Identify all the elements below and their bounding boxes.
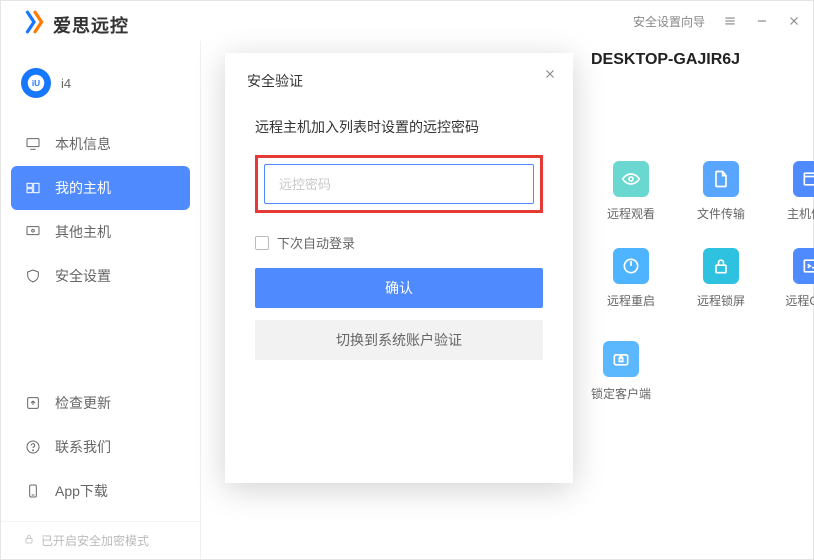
terminal-icon [793,248,814,284]
sidebar-item-other-hosts[interactable]: 其他主机 [11,210,190,254]
power-icon [613,248,649,284]
tile-label: 锁定客户端 [591,385,651,402]
sidebar-item-label: 检查更新 [55,393,111,413]
tile-label: 远程观看 [607,205,655,222]
window-icon [793,161,814,197]
account-name: i4 [61,76,71,91]
tile-lock-client[interactable]: 锁定客户端 [591,341,651,402]
avatar: iU [21,68,51,98]
nav-list: 本机信息 我的主机 其他主机 安全设置 [1,118,200,302]
sidebar-item-app-download[interactable]: App下载 [11,469,190,513]
sidebar-item-label: 安全设置 [55,266,111,286]
brand: 爱思远控 [1,9,200,54]
bottom-nav: 检查更新 联系我们 App下载 [1,377,200,521]
sidebar-item-local-info[interactable]: 本机信息 [11,122,190,166]
lock-client-area: 锁定客户端 [591,341,651,402]
lock-client-icon [603,341,639,377]
tile-remote-restart[interactable]: 远程重启 [591,248,671,309]
shield-icon [25,268,41,284]
modal-message: 远程主机加入列表时设置的远控密码 [255,117,543,137]
lock-icon [23,533,41,548]
brand-logo-icon [21,9,47,40]
tile-remote-cmd[interactable]: 远程CMD [771,248,814,309]
sidebar-item-label: 联系我们 [55,437,111,457]
password-input[interactable] [264,164,534,204]
tile-remote-view[interactable]: 远程观看 [591,161,671,222]
modal-header: 安全验证 [225,53,573,101]
tile-label: 远程锁屏 [697,292,745,309]
brand-text: 爱思远控 [53,12,129,38]
modal-close-button[interactable] [543,67,557,84]
tile-label: 远程CMD [785,292,814,309]
footer-note: 已开启安全加密模式 [1,521,200,559]
sidebar-item-security[interactable]: 安全设置 [11,254,190,298]
switch-auth-button[interactable]: 切换到系统账户验证 [255,320,543,360]
account-block[interactable]: iU i4 [1,54,200,118]
app-window: 安全设置向导 爱思远控 iU i4 [0,0,814,560]
password-highlight-box [255,155,543,213]
sidebar-item-label: 我的主机 [55,178,111,198]
menu-icon[interactable] [723,14,737,28]
security-verify-modal: 安全验证 远程主机加入列表时设置的远控密码 下次自动登录 确认 切换到系统账户验… [225,53,573,483]
tile-label: 主机信息 [787,205,814,222]
sidebar: 爱思远控 iU i4 本机信息 我的主机 其他主机 [1,41,201,559]
sidebar-item-label: 本机信息 [55,134,111,154]
update-icon [25,395,41,411]
tile-label: 文件传输 [697,205,745,222]
phone-icon [25,483,41,499]
svg-text:iU: iU [32,79,40,88]
auto-login-row[interactable]: 下次自动登录 [255,233,543,252]
sidebar-item-label: App下载 [55,481,108,501]
modal-title: 安全验证 [247,73,303,89]
monitor-icon [25,136,41,152]
footer-text: 已开启安全加密模式 [41,532,149,549]
help-icon [25,439,41,455]
modal-body: 远程主机加入列表时设置的远控密码 下次自动登录 确认 切换到系统账户验证 [225,101,573,370]
tile-label: 远程重启 [607,292,655,309]
other-hosts-icon [25,224,41,240]
sidebar-item-label: 其他主机 [55,222,111,242]
file-icon [703,161,739,197]
minimize-icon[interactable] [755,14,769,28]
auto-login-label: 下次自动登录 [277,233,355,252]
eye-icon [613,161,649,197]
sidebar-item-my-hosts[interactable]: 我的主机 [11,166,190,210]
close-icon[interactable] [787,14,801,28]
confirm-button[interactable]: 确认 [255,268,543,308]
auto-login-checkbox[interactable] [255,236,269,250]
tile-file-transfer[interactable]: 文件传输 [681,161,761,222]
sidebar-item-update[interactable]: 检查更新 [11,381,190,425]
hosts-icon [25,180,41,196]
tile-host-info[interactable]: 主机信息 [771,161,814,222]
lock-screen-icon [703,248,739,284]
security-wizard-link[interactable]: 安全设置向导 [633,13,705,30]
sidebar-item-contact[interactable]: 联系我们 [11,425,190,469]
action-grid: 远程观看 文件传输 主机信息 远程重启 远程锁屏 [591,161,814,309]
tile-remote-lock[interactable]: 远程锁屏 [681,248,761,309]
host-name: DESKTOP-GAJIR6J [591,51,740,69]
